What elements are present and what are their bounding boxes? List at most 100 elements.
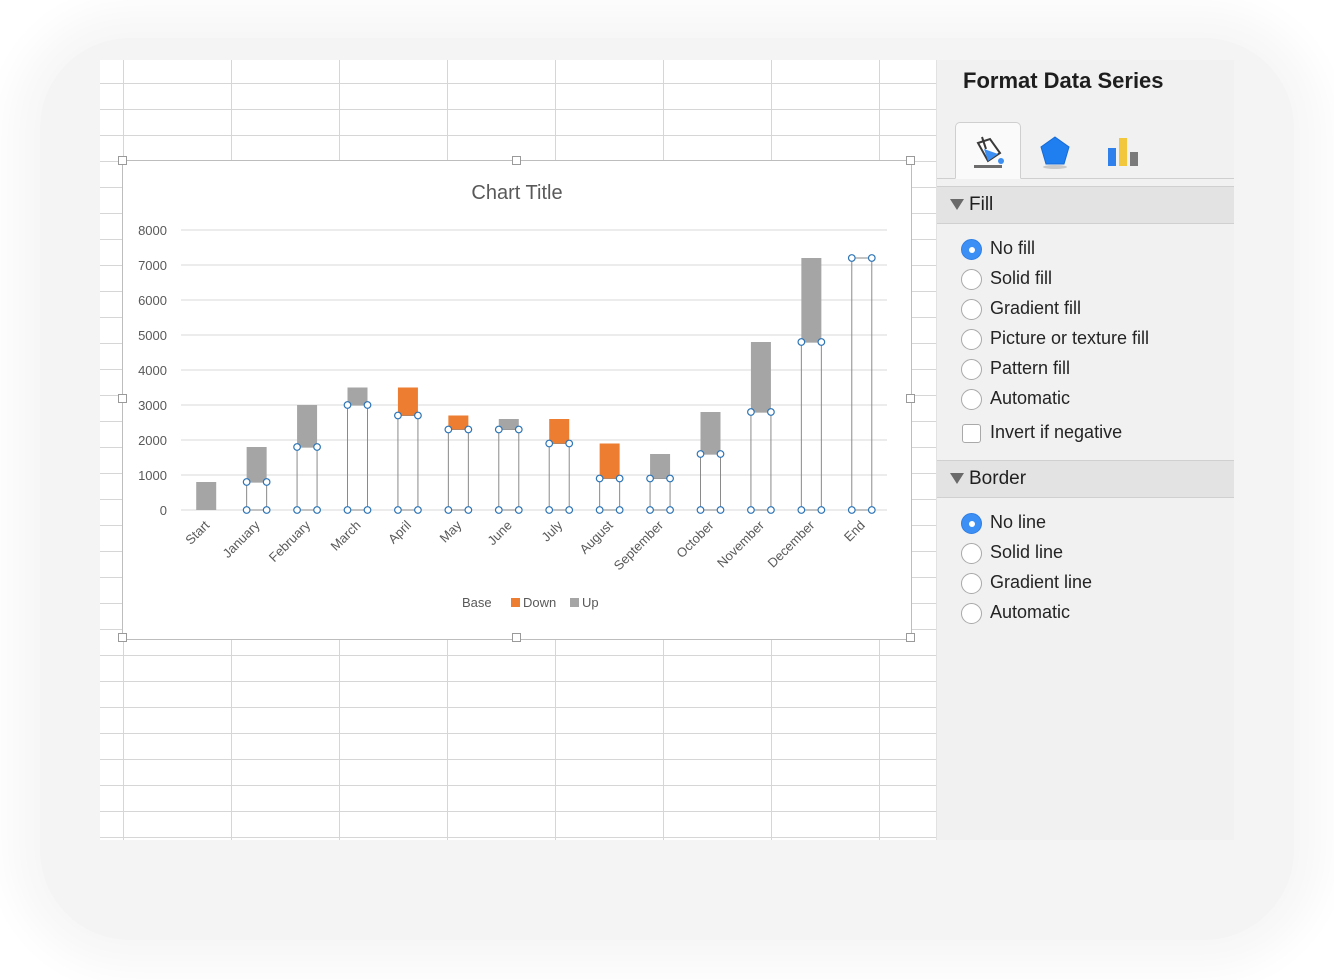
selection-marker xyxy=(363,506,372,514)
pane-title: Format Data Series xyxy=(963,68,1164,93)
x-tick-label: April xyxy=(385,517,414,546)
selection-marker xyxy=(343,401,352,409)
x-tick-label: End xyxy=(841,518,868,545)
chart-resize-handle-tr[interactable] xyxy=(906,156,915,165)
selection-marker xyxy=(394,411,402,420)
chart-title[interactable]: Chart Title xyxy=(471,182,562,204)
radio-button[interactable] xyxy=(961,543,982,564)
selection-marker xyxy=(494,425,503,434)
radio-button[interactable] xyxy=(961,573,982,594)
border-option-automatic[interactable]: Automatic xyxy=(961,602,1231,629)
legend-swatch xyxy=(570,598,579,607)
down-bar xyxy=(549,419,570,444)
selection-marker xyxy=(414,411,422,420)
base-bar xyxy=(447,429,469,511)
chart-resize-handle-bl[interactable] xyxy=(118,633,127,642)
y-tick-label: 5000 xyxy=(138,328,167,343)
waterfall-chart[interactable]: Chart Title 0 1000 2000 3000 4000 5000 6000 700… xyxy=(123,161,911,639)
y-tick-label: 7000 xyxy=(138,258,167,273)
down-bar xyxy=(397,387,418,416)
gridlines xyxy=(181,229,887,511)
pane-tabs xyxy=(937,122,1234,179)
fill-section-header[interactable]: Fill xyxy=(937,186,1234,224)
option-label: Gradient fill xyxy=(990,298,1082,318)
selection-marker xyxy=(343,506,352,514)
up-bar xyxy=(700,412,721,454)
x-tick-label: September xyxy=(611,517,667,573)
option-label: Automatic xyxy=(990,602,1071,622)
selection-marker xyxy=(747,408,755,416)
legend-swatch xyxy=(511,598,520,607)
up-bar xyxy=(297,405,318,447)
bars xyxy=(196,257,873,511)
radio-button-selected[interactable] xyxy=(961,513,982,534)
legend-label: Down xyxy=(523,595,556,610)
fill-option-pattern-fill[interactable]: Pattern fill xyxy=(961,358,1231,385)
selection-marker xyxy=(313,443,321,451)
border-option-solid-line[interactable]: Solid line xyxy=(961,542,1231,569)
base-bar xyxy=(548,443,570,511)
selection-marker xyxy=(545,506,554,514)
selection-marker xyxy=(262,506,271,514)
border-option-no-line[interactable]: No line xyxy=(961,512,1231,539)
base-bar xyxy=(347,404,368,511)
selection-marker xyxy=(293,443,301,451)
selection-marker xyxy=(595,474,604,483)
down-bar xyxy=(599,443,620,479)
invert-if-negative-checkbox[interactable] xyxy=(962,424,981,443)
base-bar xyxy=(800,341,822,511)
chart-resize-handle-ml[interactable] xyxy=(118,394,127,403)
tab-effects[interactable] xyxy=(1023,122,1087,177)
radio-button-selected[interactable] xyxy=(961,239,982,260)
fill-option-picture-texture[interactable]: Picture or texture fill xyxy=(961,328,1231,355)
radio-button[interactable] xyxy=(961,603,982,624)
fill-option-automatic[interactable]: Automatic xyxy=(961,388,1231,415)
selection-marker xyxy=(747,506,755,514)
tab-series-options[interactable] xyxy=(1091,122,1155,177)
radio-button[interactable] xyxy=(961,299,982,320)
border-section-header[interactable]: Border xyxy=(937,460,1234,498)
chart-area[interactable]: Chart Title 0 1000 2000 3000 4000 5000 6000 700… xyxy=(122,160,912,640)
radio-button[interactable] xyxy=(961,329,982,350)
x-tick-label: March xyxy=(327,518,363,554)
tab-fill-line[interactable] xyxy=(955,122,1021,179)
fill-option-no-fill[interactable]: No fill xyxy=(961,238,1231,265)
selection-marker xyxy=(646,474,654,483)
fill-option-solid-fill[interactable]: Solid fill xyxy=(961,268,1231,295)
selection-marker xyxy=(716,450,725,458)
bar-chart-options-icon xyxy=(1108,138,1138,166)
chart-resize-handle-tl[interactable] xyxy=(118,156,127,165)
radio-button[interactable] xyxy=(961,269,982,290)
collapse-triangle-icon xyxy=(950,473,964,484)
x-tick-label: November xyxy=(714,517,767,570)
option-label: Invert if negative xyxy=(990,422,1123,442)
selection-marker xyxy=(716,506,725,514)
base-bar xyxy=(599,478,621,511)
chart-resize-handle-tc[interactable] xyxy=(512,156,521,165)
radio-button[interactable] xyxy=(961,359,982,380)
selection-marker xyxy=(313,506,321,514)
selection-marker xyxy=(464,506,473,514)
selection-marker xyxy=(797,338,806,346)
option-label: Gradient line xyxy=(990,572,1093,592)
y-tick-label: 3000 xyxy=(138,398,167,413)
radio-button[interactable] xyxy=(961,389,982,410)
chart-resize-handle-mr[interactable] xyxy=(906,394,915,403)
collapse-triangle-icon xyxy=(950,199,964,210)
selection-marker xyxy=(565,439,574,448)
legend: Base Down Up xyxy=(462,595,599,610)
x-tick-label: October xyxy=(673,517,717,561)
chart-resize-handle-bc[interactable] xyxy=(512,633,521,642)
x-tick-label: August xyxy=(577,517,616,556)
chart-resize-handle-br[interactable] xyxy=(906,633,915,642)
base-bar xyxy=(649,478,671,511)
x-tick-label: February xyxy=(266,517,314,565)
border-option-gradient-line[interactable]: Gradient line xyxy=(961,572,1231,599)
selection-marker xyxy=(666,506,674,514)
fill-option-gradient-fill[interactable]: Gradient fill xyxy=(961,298,1231,325)
option-label: Solid fill xyxy=(990,268,1053,288)
legend-label: Base xyxy=(462,595,492,610)
invert-if-negative-option[interactable]: Invert if negative xyxy=(961,422,1231,449)
spreadsheet-grid[interactable]: Chart Title 0 1000 2000 3000 4000 5000 6000 700… xyxy=(100,60,936,840)
selection-marker xyxy=(494,506,503,514)
